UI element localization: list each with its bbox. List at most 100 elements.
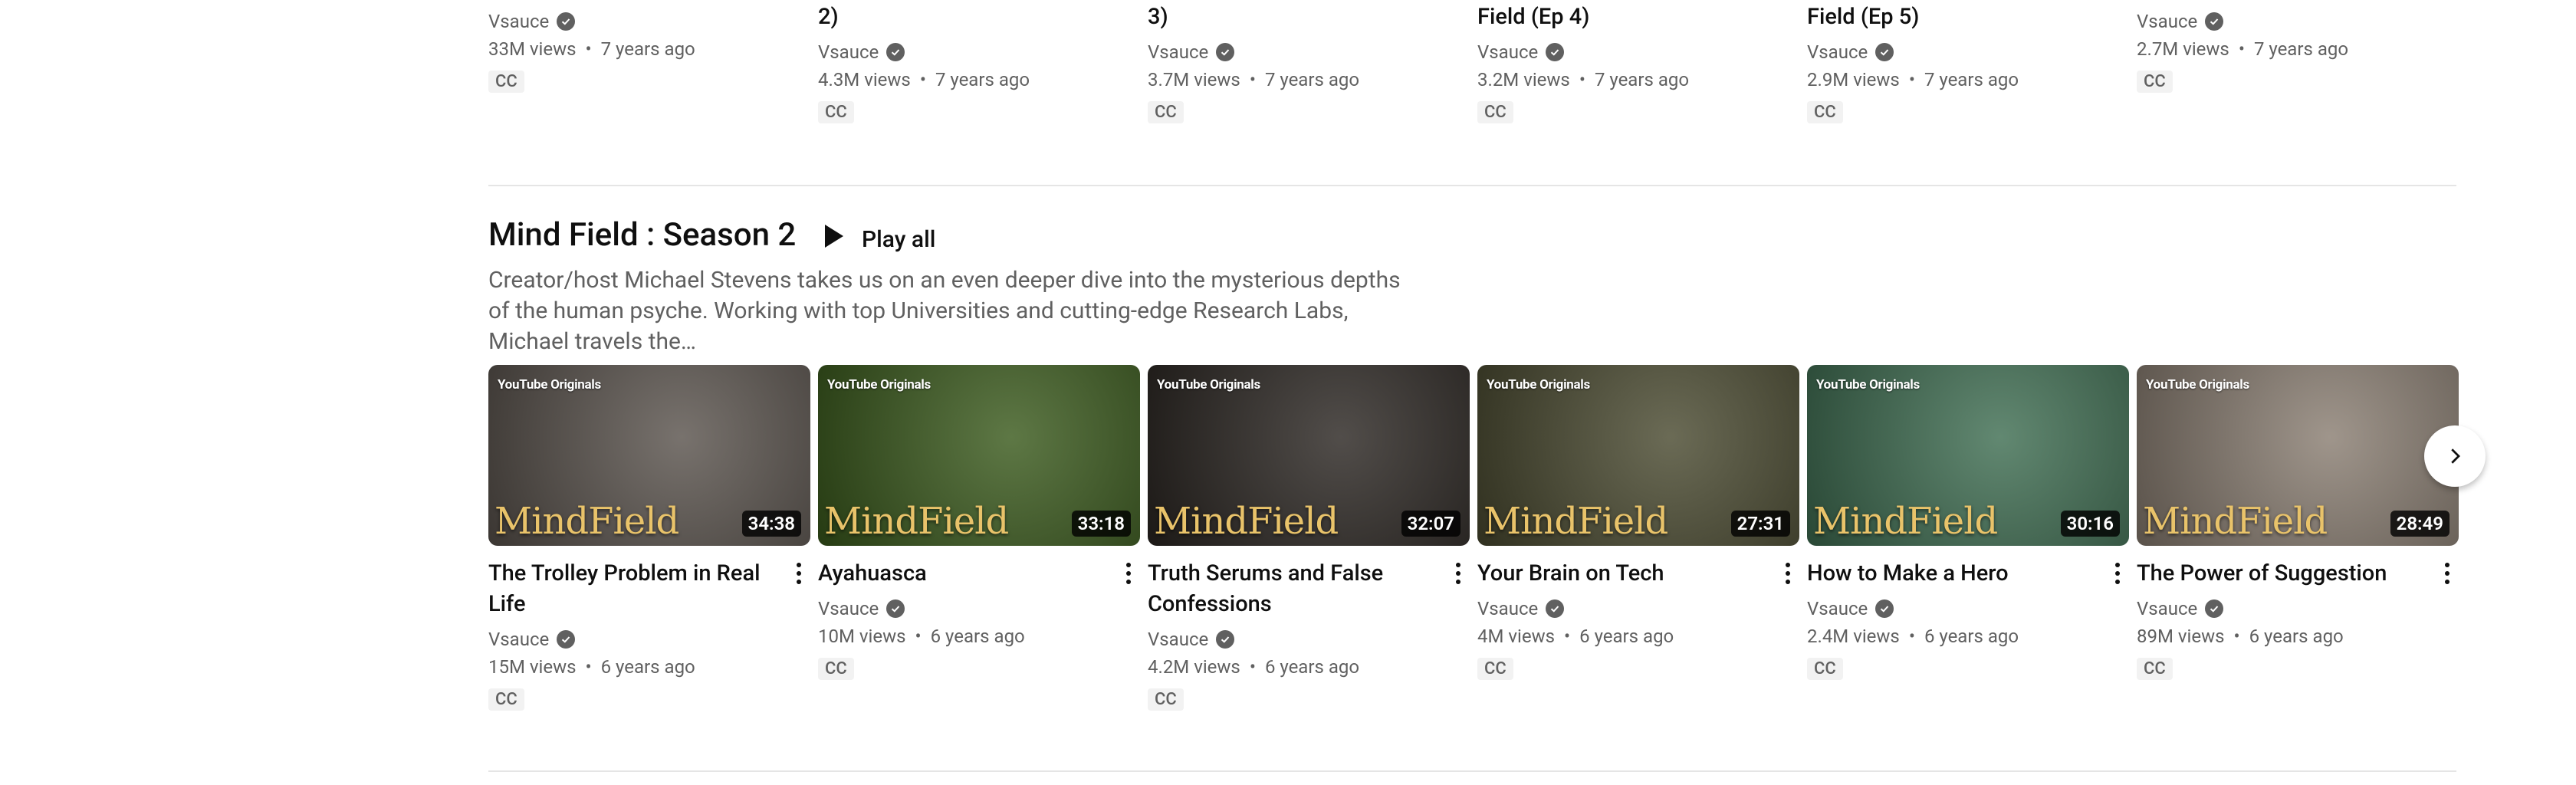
video-card[interactable]: Freedom of Choice - Mind Field (Ep 5) Vsa… xyxy=(1807,0,2129,123)
video-title[interactable]: Freedom of Choice - Mind Field (Ep 5) xyxy=(1807,0,2098,32)
channel-label[interactable]: Vsauce xyxy=(1148,626,1208,653)
channel-label[interactable]: Vsauce xyxy=(2137,595,2197,622)
video-thumbnail[interactable]: YouTube Originals MindField 34:38 xyxy=(488,365,810,546)
channel-label[interactable]: Vsauce xyxy=(1477,595,1538,622)
separator-dot: • xyxy=(2238,38,2245,60)
cc-badge: CC xyxy=(1807,658,1843,680)
channel-label[interactable]: Vsauce xyxy=(1148,38,1208,66)
separator-dot: • xyxy=(915,626,922,647)
video-card[interactable]: YouTube Originals MindField 30:16 How to Ma… xyxy=(1807,365,2129,680)
channel-name[interactable]: Vsauce xyxy=(1807,595,2129,622)
video-title[interactable]: Your Brain on Tech xyxy=(1477,558,1769,589)
video-title[interactable]: Touch - Mind Field (Ep 6) xyxy=(2137,0,2428,2)
channel-name[interactable]: Vsauce xyxy=(488,626,810,653)
more-vert-icon[interactable] xyxy=(1776,558,1799,589)
cc-badge: CC xyxy=(1148,688,1184,711)
channel-name[interactable]: Vsauce xyxy=(2137,595,2459,622)
video-card[interactable]: Destruction - Mind Field (Ep 3)Vsauce3.7… xyxy=(1148,0,1470,123)
verified-check-icon xyxy=(1875,43,1894,61)
channel-label[interactable]: Vsauce xyxy=(818,38,879,66)
video-card[interactable]: YouTube Originals MindField 27:31 Your Brai… xyxy=(1477,365,1799,680)
more-vert-icon[interactable] xyxy=(787,0,810,2)
channel-label[interactable]: Vsauce xyxy=(1807,595,1868,622)
upload-age: 6 years ago xyxy=(2249,626,2344,647)
more-vert-icon[interactable] xyxy=(787,558,810,589)
more-vert-icon[interactable] xyxy=(2436,558,2459,589)
youtube-originals-logo: YouTube Originals xyxy=(1816,377,1920,392)
separator-dot: • xyxy=(2233,626,2240,647)
channel-name[interactable]: Vsauce xyxy=(488,8,810,35)
next-button[interactable] xyxy=(2424,425,2486,487)
more-vert-icon[interactable] xyxy=(1447,558,1470,589)
verified-check-icon xyxy=(1216,43,1235,61)
channel-label[interactable]: Vsauce xyxy=(1477,38,1538,66)
channel-label[interactable]: Vsauce xyxy=(488,626,549,653)
channel-name[interactable]: Vsauce xyxy=(2137,8,2459,35)
video-card[interactable]: YouTube Originals MindField 33:18 Ayahuasca… xyxy=(818,365,1140,680)
channel-name[interactable]: Vsauce xyxy=(818,595,1140,622)
video-card[interactable]: Artificial Intelligence - Mind Field (Ep… xyxy=(1477,0,1799,123)
more-vert-icon[interactable] xyxy=(1447,0,1470,2)
video-title[interactable]: Isolation - Mind Field (Ep 1) xyxy=(488,0,780,2)
channel-label[interactable]: Vsauce xyxy=(1807,38,1868,66)
more-vert-icon[interactable] xyxy=(1117,0,1140,2)
video-title[interactable]: Artificial Intelligence - Mind Field (Ep… xyxy=(1477,0,1769,32)
video-card[interactable]: YouTube Originals MindField 28:49 The Power… xyxy=(2137,365,2459,680)
video-thumbnail[interactable]: YouTube Originals MindField 28:49 xyxy=(2137,365,2459,546)
shelf-description: Creator/host Michael Stevens takes us on… xyxy=(488,267,1401,355)
upload-age: 6 years ago xyxy=(1579,626,1674,647)
duration-badge: 32:07 xyxy=(1401,511,1460,537)
video-stats: 3.2M views • 7 years ago xyxy=(1477,66,1799,94)
view-count: 89M views xyxy=(2137,626,2225,647)
cc-badge: CC xyxy=(1148,101,1184,123)
more-vert-icon[interactable] xyxy=(2106,0,2129,2)
video-stats: 4.2M views • 6 years ago xyxy=(1148,653,1470,681)
video-title[interactable]: Conformity - Mind Field (Ep 2) xyxy=(818,0,1109,32)
video-title[interactable]: Ayahuasca xyxy=(818,558,1109,589)
video-thumbnail[interactable]: YouTube Originals MindField 32:07 xyxy=(1148,365,1470,546)
more-vert-icon[interactable] xyxy=(2106,558,2129,589)
channel-label[interactable]: Vsauce xyxy=(818,595,879,622)
video-thumbnail[interactable]: YouTube Originals MindField 30:16 xyxy=(1807,365,2129,546)
video-title[interactable]: How to Make a Hero xyxy=(1807,558,2098,589)
more-vert-icon[interactable] xyxy=(1776,0,1799,2)
video-title[interactable]: The Power of Suggestion xyxy=(2137,558,2428,589)
channel-name[interactable]: Vsauce xyxy=(818,38,1140,66)
verified-check-icon xyxy=(1216,630,1235,649)
video-stats: 2.9M views • 7 years ago xyxy=(1807,66,2129,94)
shelf-title[interactable]: Mind Field : Season 2 xyxy=(488,216,796,254)
verified-check-icon xyxy=(1546,599,1565,618)
play-all-button[interactable]: Play all xyxy=(813,216,946,262)
video-stats: 4.3M views • 7 years ago xyxy=(818,66,1140,94)
channel-label[interactable]: Vsauce xyxy=(488,8,549,35)
shelf-divider xyxy=(488,185,2456,186)
cc-badge: CC xyxy=(1477,101,1513,123)
more-vert-icon[interactable] xyxy=(2436,0,2459,2)
view-count: 15M views xyxy=(488,656,577,678)
channel-name[interactable]: Vsauce xyxy=(1807,38,2129,66)
channel-name[interactable]: Vsauce xyxy=(1477,595,1799,622)
upload-age: 7 years ago xyxy=(2253,38,2349,60)
separator-dot: • xyxy=(1249,69,1256,90)
mindfield-logo: MindField xyxy=(1813,500,1998,543)
video-card[interactable]: Conformity - Mind Field (Ep 2) Vsauce4.3M… xyxy=(818,0,1140,123)
channel-name[interactable]: Vsauce xyxy=(1148,38,1470,66)
upload-age: 6 years ago xyxy=(930,626,1025,647)
video-thumbnail[interactable]: YouTube Originals MindField 33:18 xyxy=(818,365,1140,546)
channel-name[interactable]: Vsauce xyxy=(1477,38,1799,66)
channel-name[interactable]: Vsauce xyxy=(1148,626,1470,653)
video-title[interactable]: Destruction - Mind Field (Ep 3) xyxy=(1148,0,1439,32)
verified-check-icon xyxy=(2205,599,2224,618)
video-card[interactable]: YouTube Originals MindField 32:07 Truth Ser… xyxy=(1148,365,1470,711)
video-card[interactable]: YouTube Originals MindField 34:38 The Troll… xyxy=(488,365,810,711)
video-card[interactable]: Touch - Mind Field (Ep 6)Vsauce2.7M view… xyxy=(2137,0,2459,93)
video-title[interactable]: Truth Serums and False Confessions xyxy=(1148,558,1439,619)
video-thumbnail[interactable]: YouTube Originals MindField 27:31 xyxy=(1477,365,1799,546)
video-card[interactable]: Isolation - Mind Field (Ep 1)Vsauce33M v… xyxy=(488,0,810,93)
channel-label[interactable]: Vsauce xyxy=(2137,8,2197,35)
more-vert-icon[interactable] xyxy=(1117,558,1140,589)
cc-badge: CC xyxy=(818,658,854,680)
video-title[interactable]: The Trolley Problem in Real Life xyxy=(488,558,780,619)
mindfield-logo: MindField xyxy=(495,500,679,543)
cc-badge: CC xyxy=(488,71,524,93)
